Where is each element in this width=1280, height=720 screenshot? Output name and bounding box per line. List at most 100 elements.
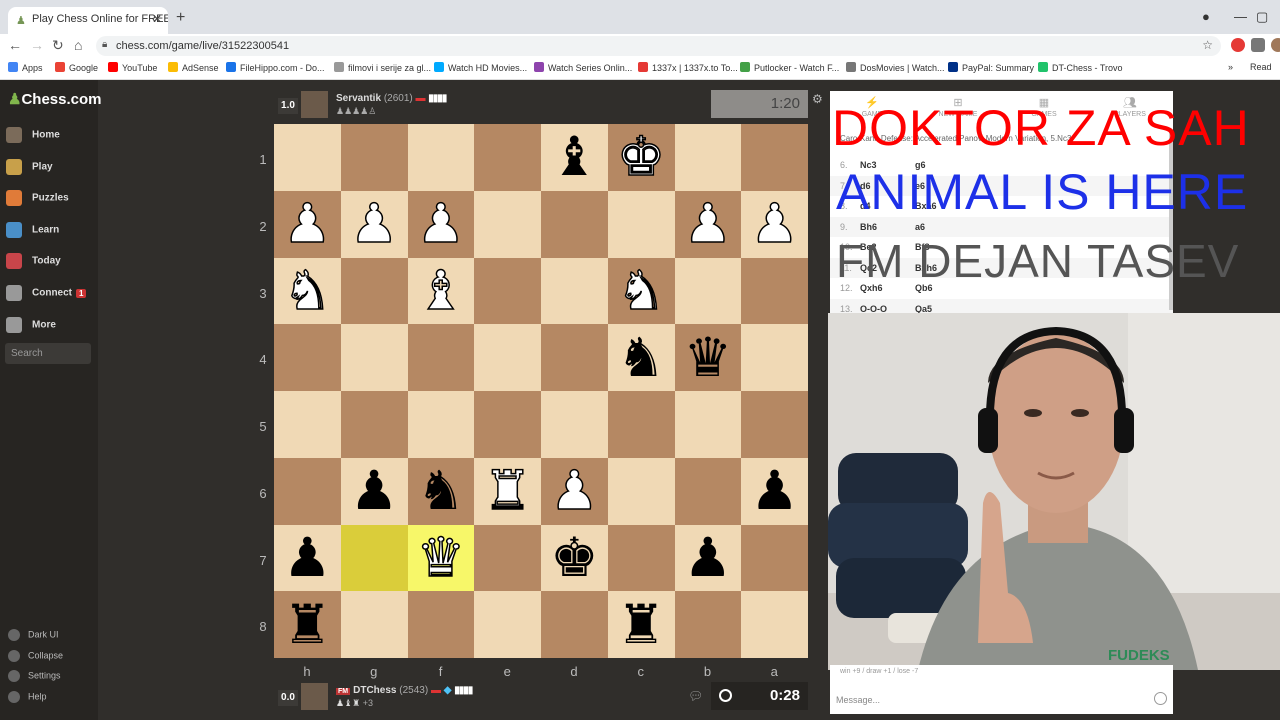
- bookmark-item[interactable]: AdSense: [168, 62, 219, 73]
- bookmark-item[interactable]: DT-Chess - Trovo: [1038, 62, 1123, 73]
- top-player-avatar[interactable]: [301, 91, 328, 118]
- square-d5[interactable]: [541, 391, 608, 458]
- bookmark-item[interactable]: Watch Series Onlin...: [534, 62, 632, 73]
- white-move[interactable]: Bh6: [860, 222, 877, 232]
- square-h1[interactable]: [274, 124, 341, 191]
- white-knight-icon[interactable]: ♞: [616, 263, 666, 319]
- square-f7[interactable]: ♛: [407, 524, 475, 592]
- square-d1[interactable]: ♝: [541, 124, 608, 191]
- black-pawn-icon[interactable]: ♟: [684, 530, 732, 585]
- square-a2[interactable]: ♟: [741, 190, 808, 258]
- white-pawn-icon[interactable]: ♟: [416, 196, 466, 252]
- square-d2[interactable]: [541, 190, 608, 258]
- square-a3[interactable]: [741, 257, 808, 325]
- chat-message-input[interactable]: Message...: [836, 695, 880, 705]
- square-b6[interactable]: [674, 457, 742, 525]
- bookmark-item[interactable]: Watch HD Movies...: [434, 62, 527, 73]
- avatar[interactable]: [1271, 38, 1280, 52]
- bookmark-item[interactable]: filmovi i serije za gl...: [334, 62, 431, 73]
- sidebar-search-input[interactable]: Search: [5, 343, 91, 364]
- bookmark-item[interactable]: FileHippo.com - Do...: [226, 62, 325, 73]
- square-e2[interactable]: [474, 190, 541, 258]
- extensions-icon[interactable]: [1251, 38, 1265, 52]
- white-king-icon[interactable]: ♚: [616, 129, 666, 185]
- square-b3[interactable]: [674, 257, 742, 325]
- square-e1[interactable]: [474, 124, 541, 191]
- bookmark-item[interactable]: PayPal: Summary: [948, 62, 1034, 73]
- back-button[interactable]: ←: [8, 37, 22, 53]
- bookmark-item[interactable]: Apps: [8, 62, 43, 73]
- emoji-icon[interactable]: [1154, 692, 1167, 705]
- black-knight-icon[interactable]: ♞: [617, 330, 665, 385]
- bookmark-item[interactable]: 1337x | 1337x.to To...: [638, 62, 738, 73]
- bookmark-item[interactable]: Putlocker - Watch F...: [740, 62, 839, 73]
- square-c3[interactable]: ♞: [607, 257, 675, 325]
- chat-bubble-icon[interactable]: 💬︎: [688, 689, 703, 703]
- minimize-button[interactable]: —: [1234, 9, 1247, 24]
- square-f4[interactable]: [407, 324, 475, 391]
- square-a6[interactable]: ♟: [741, 457, 808, 525]
- square-b7[interactable]: ♟: [674, 524, 742, 592]
- reading-list-button[interactable]: Read: [1250, 62, 1272, 72]
- white-knight-icon[interactable]: ♞: [282, 263, 332, 319]
- square-f6[interactable]: ♞: [407, 457, 475, 525]
- square-a4[interactable]: [741, 324, 808, 391]
- square-g1[interactable]: [340, 124, 408, 191]
- square-e6[interactable]: ♜: [474, 457, 541, 525]
- square-c2[interactable]: [607, 190, 675, 258]
- white-pawn-icon[interactable]: ♟: [349, 196, 399, 252]
- square-f8[interactable]: [407, 591, 475, 658]
- white-pawn-icon[interactable]: ♟: [750, 196, 800, 252]
- square-a8[interactable]: [741, 591, 808, 658]
- square-g2[interactable]: ♟: [340, 190, 408, 258]
- square-d3[interactable]: [541, 257, 608, 325]
- square-d8[interactable]: [541, 591, 608, 658]
- square-c7[interactable]: [607, 524, 675, 592]
- square-b4[interactable]: ♛: [674, 324, 742, 391]
- sidebar-item-play[interactable]: Play: [6, 159, 94, 177]
- square-g5[interactable]: [340, 391, 408, 458]
- square-c1[interactable]: ♚: [607, 124, 675, 191]
- square-h3[interactable]: ♞: [274, 257, 341, 325]
- sidebar-settings-button[interactable]: Settings: [8, 670, 61, 682]
- white-pawn-icon[interactable]: ♟: [683, 196, 733, 252]
- square-g8[interactable]: [340, 591, 408, 658]
- square-c8[interactable]: ♜: [607, 591, 675, 658]
- sidebar-item-learn[interactable]: Learn: [6, 222, 94, 240]
- square-h5[interactable]: [274, 391, 341, 458]
- square-g6[interactable]: ♟: [340, 457, 408, 525]
- sidebar-item-connect[interactable]: Connect 1: [6, 285, 94, 303]
- square-f3[interactable]: ♝: [407, 257, 475, 325]
- browser-tab[interactable]: ♟ Play Chess Online for FREE with F ✕: [8, 7, 168, 34]
- black-move[interactable]: a6: [915, 222, 925, 232]
- square-c5[interactable]: [607, 391, 675, 458]
- bookmark-star-icon[interactable]: ☆: [1202, 38, 1213, 52]
- square-b5[interactable]: [674, 391, 742, 458]
- square-c4[interactable]: ♞: [607, 324, 675, 391]
- white-pawn-icon[interactable]: ♟: [549, 463, 599, 519]
- sidebar-item-puzzles[interactable]: Puzzles: [6, 190, 94, 208]
- black-pawn-icon[interactable]: ♟: [350, 464, 398, 518]
- black-rook-icon[interactable]: ♜: [617, 597, 665, 652]
- white-queen-icon[interactable]: ♛: [416, 530, 466, 586]
- square-d4[interactable]: [541, 324, 608, 391]
- square-g7[interactable]: [340, 524, 408, 592]
- forward-button[interactable]: →: [30, 37, 44, 53]
- close-tab-icon[interactable]: ✕: [152, 12, 162, 26]
- black-move[interactable]: Qa5: [915, 304, 932, 314]
- square-h4[interactable]: [274, 324, 341, 391]
- white-rook-icon[interactable]: ♜: [483, 463, 533, 519]
- sidebar-help-button[interactable]: Help: [8, 691, 47, 703]
- sidebar-collapse-button[interactable]: Collapse: [8, 650, 63, 662]
- url-field[interactable]: 🔒︎ chess.com/game/live/31522300541 ☆: [96, 36, 1221, 56]
- bookmark-item[interactable]: DosMovies | Watch...: [846, 62, 945, 73]
- bookmark-item[interactable]: Google: [55, 62, 98, 73]
- profile-icon[interactable]: ●: [1202, 9, 1210, 24]
- black-rook-icon[interactable]: ♜: [283, 597, 331, 652]
- square-h6[interactable]: [274, 457, 341, 525]
- top-player-name[interactable]: Servantik (2601) ▬ ▮▮▮▮: [336, 93, 447, 104]
- chesscom-logo[interactable]: ♟Chess.com: [8, 90, 102, 108]
- sidebar-item-more[interactable]: More: [6, 317, 94, 335]
- square-h8[interactable]: ♜: [274, 591, 341, 658]
- square-h7[interactable]: ♟: [274, 524, 341, 592]
